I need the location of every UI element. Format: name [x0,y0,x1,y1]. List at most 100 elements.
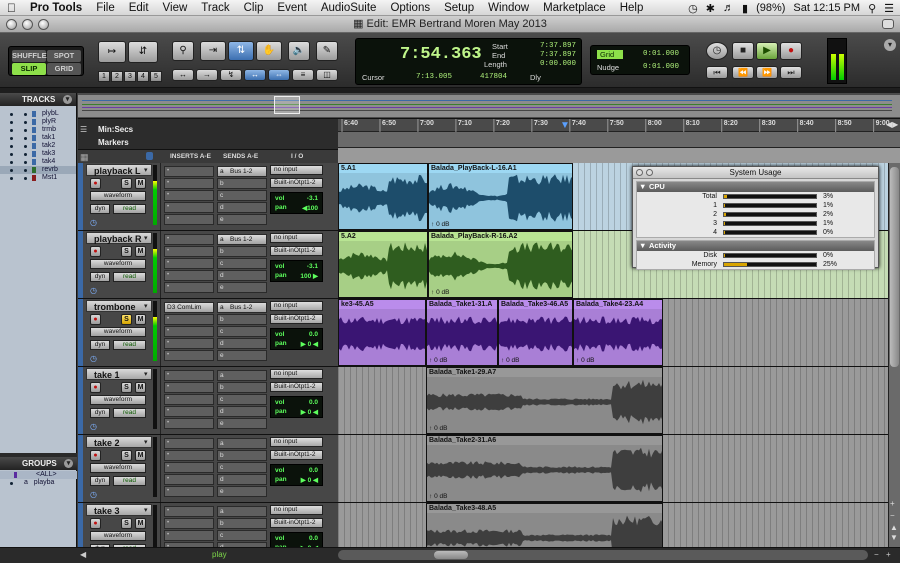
vol-pan-display[interactable]: vol 0.0 pan ▶ 0 ◀ [270,328,323,350]
track-timebase-icon[interactable]: ◷ [90,218,98,227]
timescale-label[interactable]: Min:Secs [98,125,133,134]
vol-pan-display[interactable]: vol 0.0 pan ▶ 0 ◀ [270,464,323,486]
insert-slot[interactable]: • [164,406,214,417]
go-to-end-icon[interactable]: ⏭ [780,66,802,79]
grid-label[interactable]: Grid [597,50,623,59]
menu-view[interactable]: View [156,2,195,14]
markers-label[interactable]: Markers [98,138,129,147]
send-slot[interactable]: d [217,406,267,417]
send-slot[interactable]: b [217,450,267,461]
insert-slot[interactable]: • [164,506,214,517]
mute-button[interactable]: M [135,450,146,461]
system-usage-window[interactable]: System Usage ▼ CPU Total 3% 1 1% 2 2% 3 1% 4 … [632,166,879,270]
input-selector[interactable]: no input [270,301,323,311]
zoom-window-icon[interactable] [38,19,49,30]
record-enable-button[interactable]: ● [90,246,101,257]
online-transport-icon[interactable]: ◷ [706,42,728,60]
audio-clip[interactable]: 5.A2 [338,231,428,298]
audio-clip[interactable]: ke3-45.A5 [338,299,426,366]
menu-pro-tools[interactable]: Pro Tools [23,2,89,14]
menu-event[interactable]: Event [270,2,313,14]
track-view-selector[interactable]: waveform [90,531,146,541]
send-slot[interactable]: a [217,506,267,517]
track-lane[interactable]: Balada_Take1-29.A7 ↑ 0 dB [338,367,900,434]
start-value[interactable]: 7:37.897 [540,42,576,50]
menu-audiosuite[interactable]: AudioSuite [314,2,384,14]
system-usage-titlebar[interactable]: System Usage [633,167,878,179]
vol-pan-display[interactable]: vol 0.0 pan ▶ 0 ◀ [270,532,323,547]
pencil-tool-icon[interactable]: ✎ [316,41,338,61]
disclosure-triangle-icon[interactable]: ▼ [639,182,646,192]
send-slot[interactable]: b [217,314,267,325]
send-slot[interactable]: d [217,474,267,485]
send-slot[interactable]: e [217,350,267,361]
track-list-item[interactable]: Mst1 [0,174,76,182]
disclosure-triangle-icon[interactable]: ▼ [639,241,646,251]
send-slot[interactable]: b [217,518,267,529]
group-list-item[interactable]: <ALL> [0,471,77,479]
track-view-selector[interactable]: waveform [90,191,146,201]
playlist-selector[interactable]: dyn [90,476,110,486]
ruler-view-menu-icon[interactable]: ☰ [80,125,90,135]
cpu-header[interactable]: ▼ CPU [637,182,874,192]
track-view-selector[interactable]: waveform [90,259,146,269]
mirror-midi-icon[interactable]: ⇔ [268,69,290,81]
link-track-edit-icon[interactable]: ↯ [220,69,242,81]
track-name[interactable]: trombone [86,300,152,312]
solo-button[interactable]: S [121,246,132,257]
vol-pan-display[interactable]: vol -3.1 pan 100 ▶ [270,260,323,282]
send-slot[interactable]: e [217,486,267,497]
track-name-menu-icon[interactable]: ▾ [144,302,148,310]
track-view-selector[interactable]: waveform [90,463,146,473]
record-enable-button[interactable]: ● [90,314,101,325]
grid-mode-button[interactable]: GRID [47,63,81,75]
vol-value[interactable]: -3.1 [307,195,318,202]
record-enable-button[interactable]: ● [90,382,101,393]
solo-button[interactable]: S [121,518,132,529]
play-button[interactable]: ▶ [756,42,778,60]
automation-mode-selector[interactable]: read [113,340,146,350]
pan-value[interactable]: ▶ 0 ◀ [301,476,318,484]
send-slot[interactable]: b [217,382,267,393]
playlist-selector[interactable]: dyn [90,340,110,350]
output-selector[interactable]: Built-inOtpt1-2 [270,246,323,256]
insert-slot[interactable]: • [164,382,214,393]
track-list-item[interactable]: trmb [0,126,76,134]
insert-slot[interactable]: D3 ComLim [164,302,214,313]
insert-slot[interactable]: • [164,394,214,405]
track-list-item[interactable]: tak1 [0,134,76,142]
insert-slot[interactable]: • [164,214,214,225]
menu-clip[interactable]: Clip [237,2,271,14]
send-slot[interactable]: d [217,202,267,213]
zoom-preset-3[interactable]: 3 [124,71,136,82]
record-button[interactable]: ● [780,42,802,60]
mute-button[interactable]: M [135,382,146,393]
track-view-selector[interactable]: waveform [90,327,146,337]
track-name-menu-icon[interactable]: ▾ [144,166,148,174]
nudge-label[interactable]: Nudge [597,63,619,72]
send-bus-name[interactable]: Bus 1-2 [230,304,252,311]
record-enable-button[interactable]: ● [90,450,101,461]
vol-value[interactable]: -3.1 [307,263,318,270]
record-enable-button[interactable]: ● [90,178,101,189]
record-enable-button[interactable]: ● [90,518,101,529]
insert-slot[interactable]: • [164,338,214,349]
pan-value[interactable]: ◀100 [302,204,318,212]
edit-window-view-icon[interactable] [146,152,153,160]
insert-slot[interactable]: • [164,282,214,293]
mute-button[interactable]: M [135,246,146,257]
ruler-scroll-icon[interactable]: ◀▶ [886,120,898,129]
zoomer-tool-icon[interactable]: ⚲ [172,41,194,61]
group-list-item[interactable]: a playba [0,479,77,487]
track-list-item[interactable]: tak4 [0,158,76,166]
audio-clip[interactable]: Balada_Take2-31.A6 ↑ 0 dB [426,435,663,502]
audio-clip[interactable]: Balada_Take3-46.A5 ↑ 0 dB [498,299,573,366]
zoom-preset-4[interactable]: 4 [137,71,149,82]
counter-menu-icon[interactable]: ▾ [476,50,481,60]
insert-slot[interactable]: • [164,202,214,213]
track-timebase-icon[interactable]: ◷ [90,422,98,431]
input-selector[interactable]: no input [270,437,323,447]
horizontal-scroll-thumb[interactable] [434,551,468,559]
output-selector[interactable]: Built-inOtpt1-2 [270,314,323,324]
track-name-menu-icon[interactable]: ▾ [144,438,148,446]
